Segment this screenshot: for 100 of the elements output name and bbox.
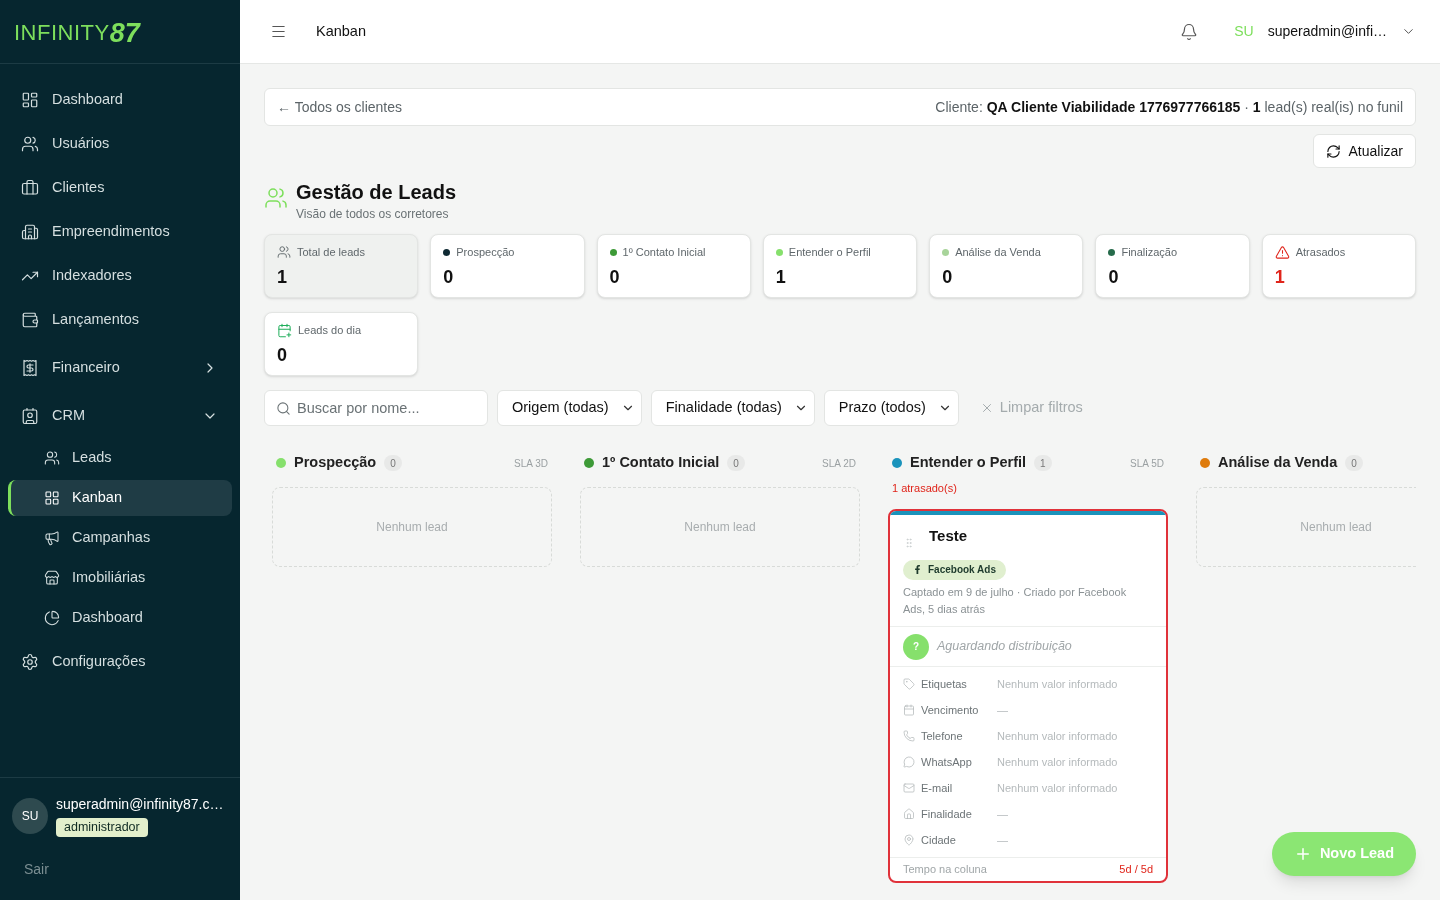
stat-value: 0 bbox=[609, 266, 620, 289]
pie-chart-icon bbox=[44, 610, 60, 626]
column-title: Entender o Perfil bbox=[910, 453, 1027, 473]
stat-card[interactable]: Prospecção 0 bbox=[430, 234, 585, 298]
source-tag: Facebook Ads bbox=[903, 559, 1006, 580]
stat-value: 1 bbox=[1274, 266, 1285, 289]
receipt-dollar-icon bbox=[21, 359, 39, 377]
filter-select[interactable]: Prazo (todos) bbox=[823, 390, 959, 426]
settings-icon bbox=[21, 653, 39, 671]
field-label: WhatsApp bbox=[921, 754, 972, 770]
refresh-button[interactable]: Atualizar bbox=[1312, 134, 1416, 168]
field-label: Etiquetas bbox=[921, 676, 967, 692]
field-value: — bbox=[997, 832, 1008, 848]
users-icon bbox=[44, 450, 60, 466]
facebook-icon bbox=[913, 565, 922, 574]
stat-card[interactable]: Leads do dia 0 bbox=[264, 312, 419, 376]
wallet-icon bbox=[21, 311, 39, 329]
building-icon bbox=[21, 223, 39, 241]
column-count: 1 bbox=[1034, 455, 1052, 471]
phone-icon bbox=[903, 730, 915, 742]
field-label: Telefone bbox=[921, 728, 963, 744]
empty-message: Nenhum lead bbox=[684, 519, 756, 536]
stat-label: Entender o Perfil bbox=[788, 244, 871, 260]
nav-item[interactable]: Lançamentos bbox=[8, 302, 232, 338]
column-title: 1º Contato Inicial bbox=[602, 453, 720, 473]
column-title: Análise da Venda bbox=[1218, 453, 1338, 473]
stat-card[interactable]: Entender o Perfil 1 bbox=[762, 234, 918, 298]
notifications-button[interactable] bbox=[1180, 22, 1199, 41]
field-value: Nenhum valor informado bbox=[997, 754, 1118, 770]
stat-value: 0 bbox=[277, 344, 287, 367]
column-count: 0 bbox=[1345, 455, 1363, 471]
stat-card[interactable]: Finalização 0 bbox=[1095, 234, 1250, 298]
stat-label: Atrasados bbox=[1295, 244, 1346, 260]
nav-subitem[interactable]: Leads bbox=[8, 440, 232, 476]
nav-item[interactable]: Empreendimentos bbox=[8, 214, 232, 250]
filter-select[interactable]: Finalidade (todas) bbox=[650, 390, 815, 426]
nav-group[interactable]: CRM bbox=[8, 398, 232, 434]
nav-subitem[interactable]: Dashboard bbox=[8, 600, 232, 636]
stat-card[interactable]: 1º Contato Inicial 0 bbox=[596, 234, 751, 298]
field-value: — bbox=[997, 702, 1008, 718]
stat-label: Total de leads bbox=[297, 244, 365, 260]
unassigned-avatar: ? bbox=[903, 633, 929, 660]
stat-card[interactable]: Total de leads 1 bbox=[264, 234, 419, 298]
column-count: 0 bbox=[727, 455, 745, 471]
nav-item[interactable]: Clientes bbox=[8, 170, 232, 206]
calendar-icon bbox=[903, 704, 915, 716]
menu-button[interactable] bbox=[270, 23, 287, 40]
stat-card[interactable]: Análise da Venda 0 bbox=[929, 234, 1084, 298]
stat-value: 0 bbox=[443, 266, 454, 289]
stat-value: 0 bbox=[1108, 266, 1119, 289]
field-value: Nenhum valor informado bbox=[997, 780, 1118, 796]
nav-subitem[interactable]: Kanban bbox=[8, 480, 232, 516]
lead-card[interactable] bbox=[888, 508, 1168, 883]
nav-item[interactable]: Configurações bbox=[8, 644, 232, 680]
time-label: Tempo na coluna bbox=[903, 862, 987, 878]
nav-item[interactable]: Dashboard bbox=[8, 82, 232, 118]
logout-link[interactable]: Sair bbox=[24, 859, 49, 880]
nav-item[interactable]: Usuários bbox=[8, 126, 232, 162]
lead-name: Teste bbox=[929, 526, 968, 547]
field-label: Finalidade bbox=[921, 806, 972, 822]
megaphone-icon bbox=[44, 530, 60, 546]
field-label: Vencimento bbox=[921, 702, 979, 718]
field-value: Nenhum valor informado bbox=[997, 676, 1118, 692]
sla-label: SLA 2D bbox=[822, 456, 856, 471]
contact-card-icon bbox=[21, 407, 39, 425]
dashboard-grid-icon bbox=[21, 91, 39, 109]
user-avatar: SU bbox=[12, 797, 48, 834]
search-field[interactable]: Buscar por nome... bbox=[264, 390, 488, 426]
field-label: Cidade bbox=[921, 832, 956, 848]
back-link[interactable]: ← Todos os clientes bbox=[277, 96, 403, 118]
chat-bubble-icon bbox=[903, 756, 915, 768]
store-icon bbox=[44, 570, 60, 586]
sla-label: SLA 5D bbox=[1130, 456, 1164, 471]
nav-subitem[interactable]: Imobiliárias bbox=[8, 560, 232, 596]
briefcase-icon bbox=[21, 179, 39, 197]
stat-value: 0 bbox=[942, 266, 953, 289]
stat-card[interactable]: Atrasados 1 bbox=[1261, 234, 1416, 298]
empty-message: Nenhum lead bbox=[1300, 519, 1372, 536]
stat-value: 1 bbox=[775, 266, 786, 289]
late-note: 1 atrasado(s) bbox=[891, 481, 957, 496]
map-pin-icon bbox=[903, 834, 915, 846]
nav-subitem[interactable]: Campanhas bbox=[8, 520, 232, 556]
drag-handle-icon[interactable] bbox=[903, 536, 915, 549]
users-icon bbox=[277, 245, 291, 259]
users-icon bbox=[21, 135, 39, 153]
client-summary: Cliente: QA Cliente Viabilidade 1776977766185 · 1 lead(s) real(is) no funil bbox=[935, 97, 1403, 117]
user-email: superadmin@infinity87.c… bbox=[56, 795, 224, 814]
filter-select[interactable]: Origem (todas) bbox=[497, 390, 642, 426]
column-count: 0 bbox=[384, 455, 402, 471]
user-menu[interactable]: SU superadmin@infi… bbox=[1234, 21, 1416, 42]
nav-item[interactable]: Indexadores bbox=[8, 258, 232, 294]
bell-icon bbox=[1180, 22, 1199, 41]
nav-group[interactable]: Financeiro bbox=[8, 350, 232, 386]
refresh-icon bbox=[1325, 143, 1341, 159]
stat-label: Análise da Venda bbox=[955, 244, 1041, 260]
field-value: — bbox=[997, 806, 1008, 822]
empty-message: Nenhum lead bbox=[376, 519, 448, 536]
menu-icon bbox=[270, 23, 287, 40]
field-value: Nenhum valor informado bbox=[997, 728, 1118, 744]
stat-label: Prospecção bbox=[456, 244, 515, 260]
